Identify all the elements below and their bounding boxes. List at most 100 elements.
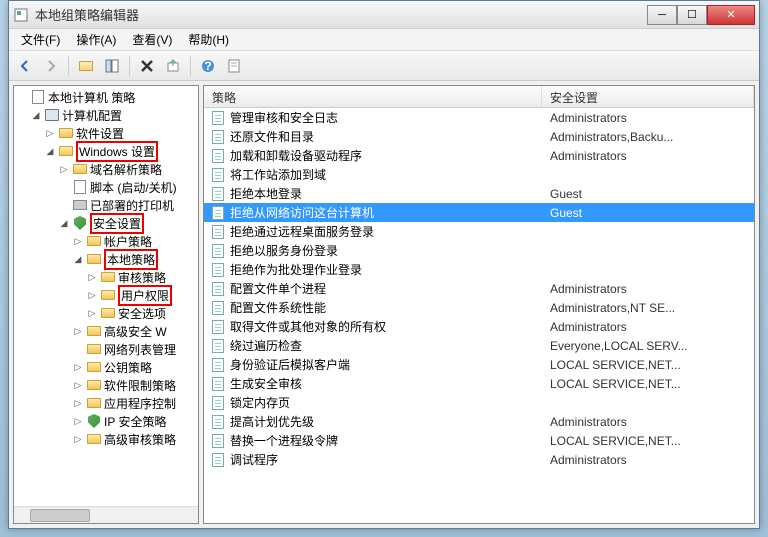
policy-name-cell: 取得文件或其他对象的所有权 xyxy=(204,318,542,335)
policy-name-label: 拒绝作为批处理作业登录 xyxy=(230,261,362,278)
tree-software-settings[interactable]: ▷软件设置 xyxy=(14,124,198,142)
tree-scrollbar-horizontal[interactable] xyxy=(14,506,198,523)
tree-network-list[interactable]: 网络列表管理 xyxy=(14,340,198,358)
policy-row[interactable]: 拒绝以服务身份登录 xyxy=(204,241,754,260)
tree-app-control[interactable]: ▷应用程序控制 xyxy=(14,394,198,412)
chevron-down-icon[interactable] xyxy=(16,91,28,103)
help-button[interactable]: ? xyxy=(196,54,220,78)
policy-row[interactable]: 调试程序Administrators xyxy=(204,450,754,469)
chevron-right-icon[interactable]: ▷ xyxy=(44,127,56,139)
maximize-button[interactable]: ☐ xyxy=(677,5,707,25)
tree-security-options[interactable]: ▷安全选项 xyxy=(14,304,198,322)
policy-icon xyxy=(212,377,226,391)
chevron-right-icon[interactable]: ▷ xyxy=(86,289,98,301)
tree-deployed-printers[interactable]: 已部署的打印机 xyxy=(14,196,198,214)
policy-row[interactable]: 取得文件或其他对象的所有权Administrators xyxy=(204,317,754,336)
chevron-right-icon[interactable]: ▷ xyxy=(72,235,84,247)
policy-row[interactable]: 拒绝从网络访问这台计算机Guest xyxy=(204,203,754,222)
policy-icon xyxy=(212,225,226,239)
policy-name-label: 生成安全审核 xyxy=(230,375,302,392)
properties-button[interactable] xyxy=(222,54,246,78)
policy-row[interactable]: 锁定内存页 xyxy=(204,393,754,412)
chevron-right-icon[interactable]: ▷ xyxy=(72,415,84,427)
chevron-right-icon[interactable]: ▷ xyxy=(72,379,84,391)
delete-button[interactable] xyxy=(135,54,159,78)
scroll-thumb[interactable] xyxy=(30,509,90,522)
tree-advanced-audit[interactable]: ▷高级审核策略 xyxy=(14,430,198,448)
chevron-right-icon[interactable]: ▷ xyxy=(72,361,84,373)
minimize-button[interactable]: ─ xyxy=(647,5,677,25)
chevron-right-icon[interactable]: ▷ xyxy=(72,397,84,409)
policy-row[interactable]: 身份验证后模拟客户端LOCAL SERVICE,NET... xyxy=(204,355,754,374)
toolbar-separator xyxy=(129,56,130,76)
tree-public-key[interactable]: ▷公钥策略 xyxy=(14,358,198,376)
policy-row[interactable]: 生成安全审核LOCAL SERVICE,NET... xyxy=(204,374,754,393)
folder-icon xyxy=(100,305,116,321)
policy-icon xyxy=(212,130,226,144)
chevron-down-icon[interactable]: ◢ xyxy=(30,109,42,121)
folder-icon xyxy=(86,395,102,411)
tree-panel[interactable]: 本地计算机 策略 ◢计算机配置 ▷软件设置 ◢Windows 设置 ▷域名解析策… xyxy=(13,85,199,524)
policy-row[interactable]: 配置文件系统性能Administrators,NT SE... xyxy=(204,298,754,317)
computer-icon xyxy=(44,107,60,123)
chevron-right-icon[interactable]: ▷ xyxy=(86,307,98,319)
forward-button[interactable] xyxy=(39,54,63,78)
folder-icon xyxy=(86,323,102,339)
tree-account-policies[interactable]: ▷帐户策略 xyxy=(14,232,198,250)
chevron-right-icon[interactable]: ▷ xyxy=(72,433,84,445)
titlebar[interactable]: 本地组策略编辑器 ─ ☐ ✕ xyxy=(9,1,759,29)
policy-row[interactable]: 拒绝本地登录Guest xyxy=(204,184,754,203)
policy-name-label: 调试程序 xyxy=(230,451,278,468)
policy-name-cell: 还原文件和目录 xyxy=(204,128,542,145)
policy-row[interactable]: 配置文件单个进程Administrators xyxy=(204,279,754,298)
menu-file[interactable]: 文件(F) xyxy=(13,29,68,50)
tree-windows-settings[interactable]: ◢Windows 设置 xyxy=(14,142,198,160)
tree-audit-policy[interactable]: ▷审核策略 xyxy=(14,268,198,286)
up-button[interactable] xyxy=(74,54,98,78)
chevron-right-icon[interactable]: ▷ xyxy=(86,271,98,283)
chevron-right-icon[interactable]: ▷ xyxy=(58,163,70,175)
policy-row[interactable]: 绕过遍历检查Everyone,LOCAL SERV... xyxy=(204,336,754,355)
policy-setting-cell: Administrators,Backu... xyxy=(542,130,754,144)
window-title: 本地组策略编辑器 xyxy=(35,5,647,24)
policy-row[interactable]: 将工作站添加到域 xyxy=(204,165,754,184)
tree-ip-security[interactable]: ▷IP 安全策略 xyxy=(14,412,198,430)
policy-row[interactable]: 加载和卸载设备驱动程序Administrators xyxy=(204,146,754,165)
content-area: 本地计算机 策略 ◢计算机配置 ▷软件设置 ◢Windows 设置 ▷域名解析策… xyxy=(9,81,759,528)
menu-action[interactable]: 操作(A) xyxy=(68,29,124,50)
tree-computer-config[interactable]: ◢计算机配置 xyxy=(14,106,198,124)
chevron-down-icon[interactable]: ◢ xyxy=(58,217,70,229)
chevron-down-icon[interactable]: ◢ xyxy=(72,253,84,265)
tree-dns-policy[interactable]: ▷域名解析策略 xyxy=(14,160,198,178)
gpedit-window: 本地组策略编辑器 ─ ☐ ✕ 文件(F) 操作(A) 查看(V) 帮助(H) ?… xyxy=(8,0,760,529)
policy-row[interactable]: 替换一个进程级令牌LOCAL SERVICE,NET... xyxy=(204,431,754,450)
policy-row[interactable]: 还原文件和目录Administrators,Backu... xyxy=(204,127,754,146)
chevron-down-icon[interactable]: ◢ xyxy=(44,145,56,157)
menu-view[interactable]: 查看(V) xyxy=(124,29,180,50)
policy-row[interactable]: 拒绝通过远程桌面服务登录 xyxy=(204,222,754,241)
menu-help[interactable]: 帮助(H) xyxy=(180,29,237,50)
policy-name-label: 配置文件系统性能 xyxy=(230,299,326,316)
export-button[interactable] xyxy=(161,54,185,78)
policy-row[interactable]: 提高计划优先级Administrators xyxy=(204,412,754,431)
policy-list[interactable]: 管理审核和安全日志Administrators还原文件和目录Administra… xyxy=(204,108,754,523)
tree-advanced-windows[interactable]: ▷高级安全 W xyxy=(14,322,198,340)
tree-software-restriction[interactable]: ▷软件限制策略 xyxy=(14,376,198,394)
policy-row[interactable]: 管理审核和安全日志Administrators xyxy=(204,108,754,127)
folder-icon xyxy=(72,161,88,177)
close-button[interactable]: ✕ xyxy=(707,5,755,25)
tree-root[interactable]: 本地计算机 策略 xyxy=(14,88,198,106)
tree-scripts[interactable]: 脚本 (启动/关机) xyxy=(14,178,198,196)
column-header-policy[interactable]: 策略 xyxy=(204,86,542,107)
show-hide-tree-button[interactable] xyxy=(100,54,124,78)
back-button[interactable] xyxy=(13,54,37,78)
chevron-right-icon[interactable]: ▷ xyxy=(72,325,84,337)
policy-row[interactable]: 拒绝作为批处理作业登录 xyxy=(204,260,754,279)
column-header-setting[interactable]: 安全设置 xyxy=(542,86,754,107)
policy-setting-cell: Administrators xyxy=(542,415,754,429)
tree-user-rights[interactable]: ▷用户权限 xyxy=(14,286,198,304)
policy-name-cell: 配置文件系统性能 xyxy=(204,299,542,316)
policy-name-cell: 生成安全审核 xyxy=(204,375,542,392)
tree-security-settings[interactable]: ◢安全设置 xyxy=(14,214,198,232)
tree-local-policies[interactable]: ◢本地策略 xyxy=(14,250,198,268)
